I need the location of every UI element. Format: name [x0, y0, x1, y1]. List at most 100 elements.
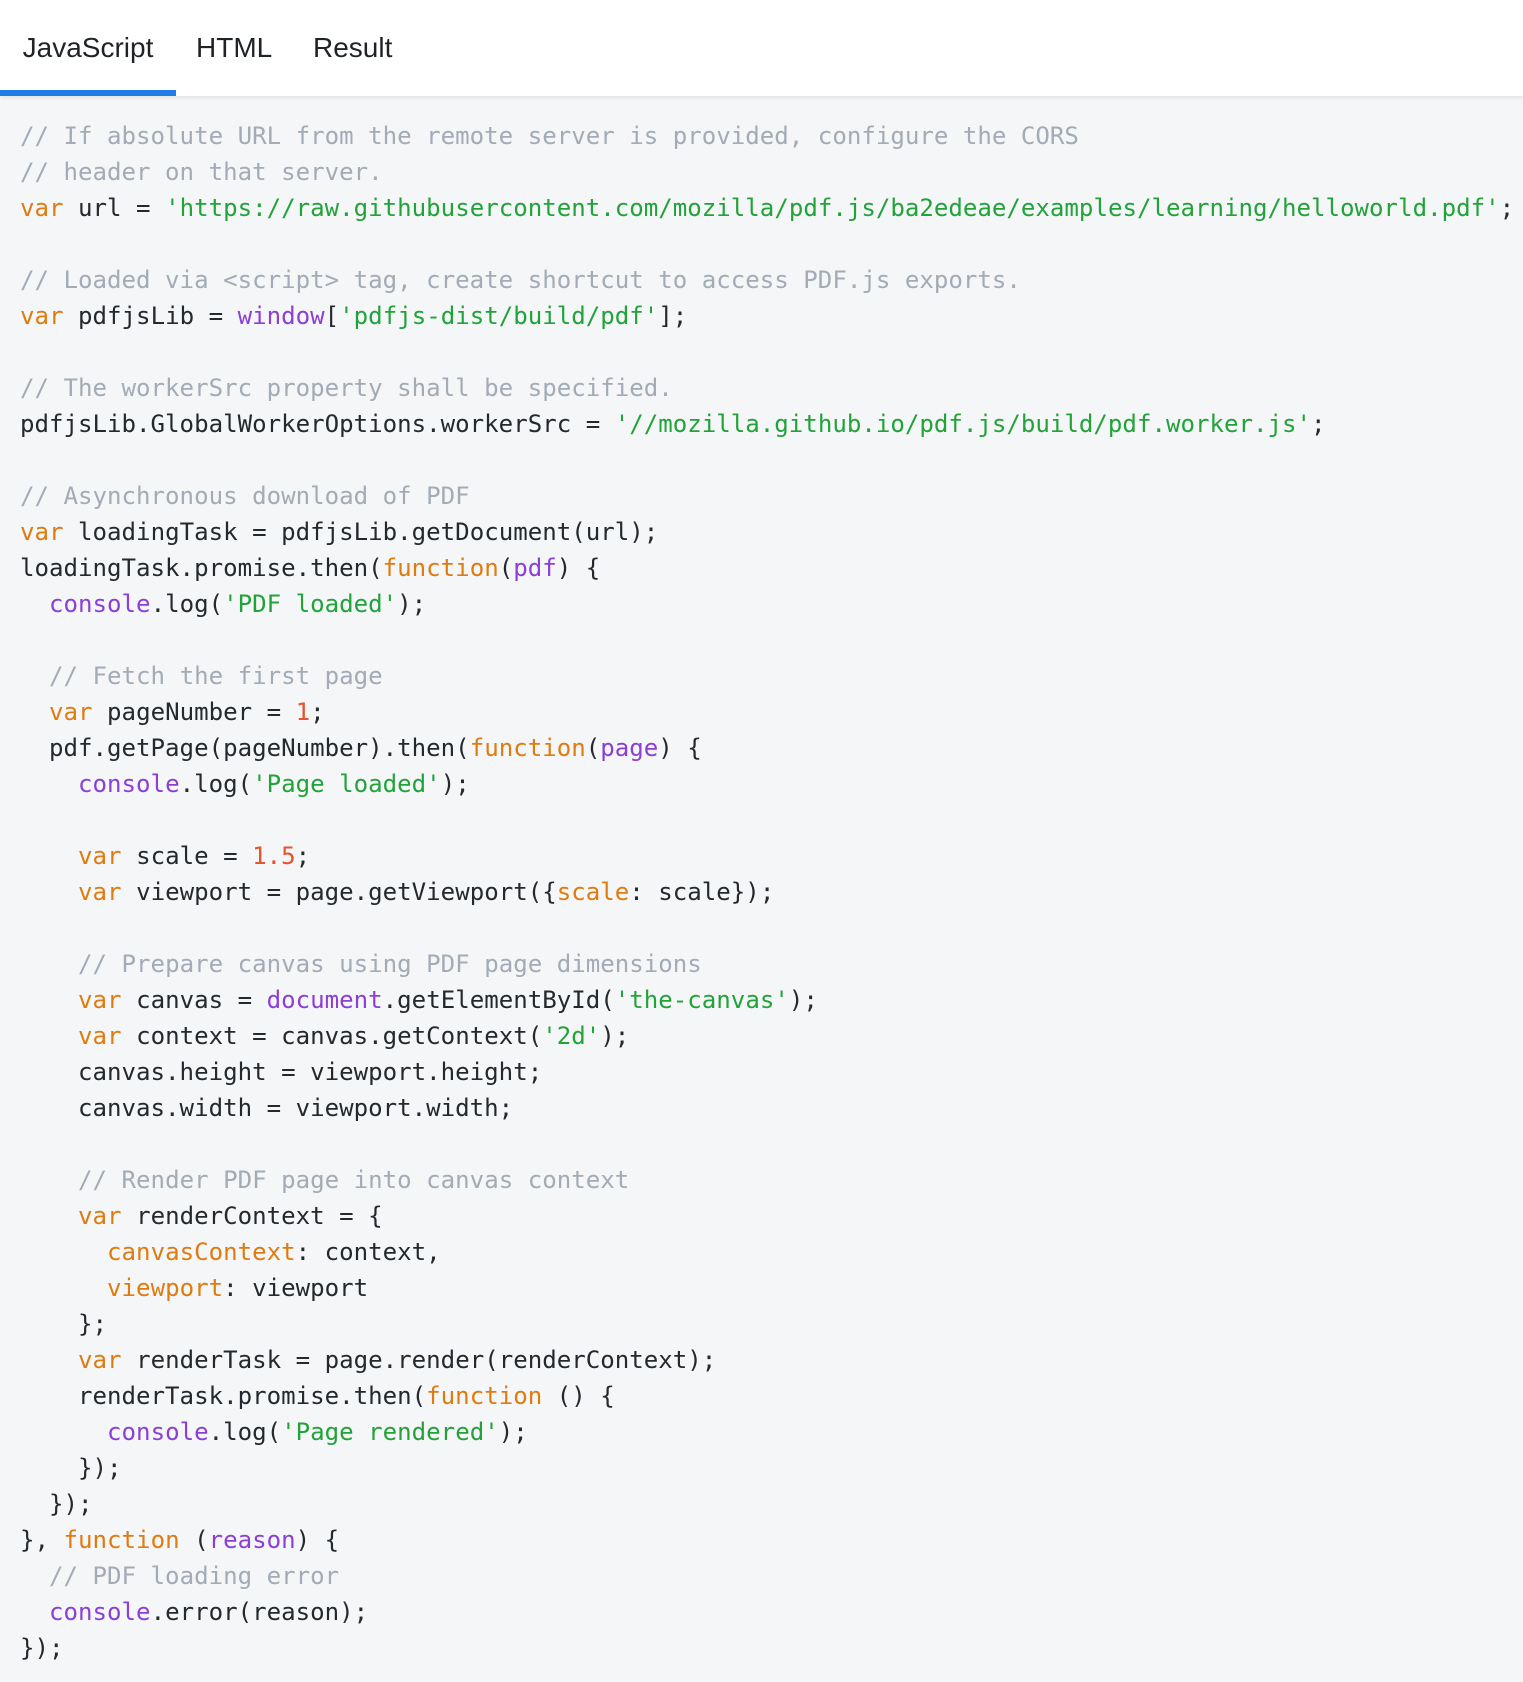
code-line: console.error(reason);	[20, 1594, 1514, 1630]
code-line: pdfjsLib.GlobalWorkerOptions.workerSrc =…	[20, 406, 1514, 442]
code-string: '2d'	[542, 1022, 601, 1050]
code-block[interactable]: // If absolute URL from the remote serve…	[20, 118, 1514, 1666]
code-line: canvas.width = viewport.width;	[20, 1090, 1514, 1126]
code-line: }, function (reason) {	[20, 1522, 1514, 1558]
code-keyword: function	[426, 1382, 543, 1410]
code-text: viewport = page.getViewport({	[121, 878, 557, 906]
code-text: (	[498, 554, 514, 582]
code-number: 1	[295, 698, 311, 726]
code-comment: // The workerSrc property shall be speci…	[20, 374, 673, 402]
code-line: // If absolute URL from the remote serve…	[20, 118, 1514, 154]
code-text: .log(	[208, 1418, 282, 1446]
code-keyword: var	[78, 1022, 122, 1050]
code-text: (	[585, 734, 601, 762]
code-keyword: var	[20, 194, 64, 222]
code-text: renderContext = {	[121, 1202, 383, 1230]
code-builtin: console	[78, 770, 180, 798]
code-text: : scale});	[629, 878, 775, 906]
code-keyword: var	[78, 1346, 122, 1374]
code-comment: // Asynchronous download of PDF	[20, 482, 470, 510]
code-string: 'Page loaded'	[252, 770, 441, 798]
code-property: scale	[556, 878, 630, 906]
code-builtin: console	[49, 1598, 151, 1626]
code-line: var pageNumber = 1;	[20, 694, 1514, 730]
code-text: pdf.getPage(pageNumber).then(	[20, 734, 470, 762]
tab-javascript[interactable]: JavaScript	[0, 0, 176, 96]
code-line: // Render PDF page into canvas context	[20, 1162, 1514, 1198]
code-text: loadingTask = pdfjsLib.getDocument(url);	[63, 518, 659, 546]
code-keyword: var	[49, 698, 93, 726]
code-line: var scale = 1.5;	[20, 838, 1514, 874]
code-text: renderTask.promise.then(	[20, 1382, 427, 1410]
code-text: },	[20, 1526, 64, 1554]
code-keyword: var	[78, 1202, 122, 1230]
code-keyword: function	[63, 1526, 180, 1554]
code-comment: // Fetch the first page	[49, 662, 383, 690]
code-line: var url = 'https://raw.githubusercontent…	[20, 190, 1514, 226]
code-text: : context,	[295, 1238, 441, 1266]
code-string: '//mozilla.github.io/pdf.js/build/pdf.wo…	[614, 410, 1312, 438]
code-text: canvas.width = viewport.width;	[20, 1094, 514, 1122]
code-text: ) {	[658, 734, 702, 762]
code-line: renderTask.promise.then(function () {	[20, 1378, 1514, 1414]
code-line: });	[20, 1450, 1514, 1486]
code-text: ;	[1499, 194, 1515, 222]
code-line: var renderTask = page.render(renderConte…	[20, 1342, 1514, 1378]
code-text: ) {	[295, 1526, 340, 1554]
code-comment: // Loaded via <script> tag, create short…	[20, 266, 1021, 294]
code-line: });	[20, 1486, 1514, 1522]
code-text: renderTask = page.render(renderContext);	[121, 1346, 717, 1374]
tab-html[interactable]: HTML	[196, 0, 272, 96]
tab-result[interactable]: Result	[313, 0, 392, 96]
code-text: ];	[658, 302, 688, 330]
code-number: 1.5	[252, 842, 296, 870]
code-text: url =	[63, 194, 166, 222]
code-line: // Prepare canvas using PDF page dimensi…	[20, 946, 1514, 982]
code-text: });	[20, 1634, 64, 1662]
code-text: };	[20, 1310, 108, 1338]
code-text: );	[600, 1022, 630, 1050]
code-text: canvas =	[121, 986, 267, 1014]
code-line: viewport: viewport	[20, 1270, 1514, 1306]
code-comment: // Render PDF page into canvas context	[78, 1166, 630, 1194]
code-string: 'https://raw.githubusercontent.com/mozil…	[165, 194, 1500, 222]
code-string: 'the-canvas'	[614, 986, 789, 1014]
code-text: canvas.height = viewport.height;	[20, 1058, 543, 1086]
code-property: canvasContext	[107, 1238, 296, 1266]
code-text: () {	[542, 1382, 615, 1410]
code-builtin: page	[600, 734, 659, 762]
code-line: // Asynchronous download of PDF	[20, 478, 1514, 514]
code-line: canvasContext: context,	[20, 1234, 1514, 1270]
code-text: );	[498, 1418, 528, 1446]
code-keyword: var	[20, 518, 64, 546]
code-line: };	[20, 1306, 1514, 1342]
code-builtin: console	[49, 590, 151, 618]
code-keyword: var	[78, 878, 122, 906]
code-line: console.log('Page loaded');	[20, 766, 1514, 802]
code-text: (	[179, 1526, 209, 1554]
code-line: var viewport = page.getViewport({scale: …	[20, 874, 1514, 910]
code-line: var pdfjsLib = window['pdfjs-dist/build/…	[20, 298, 1514, 334]
code-panel[interactable]: // If absolute URL from the remote serve…	[0, 96, 1523, 1682]
code-text: scale =	[121, 842, 253, 870]
code-text: );	[788, 986, 818, 1014]
code-builtin: console	[107, 1418, 209, 1446]
